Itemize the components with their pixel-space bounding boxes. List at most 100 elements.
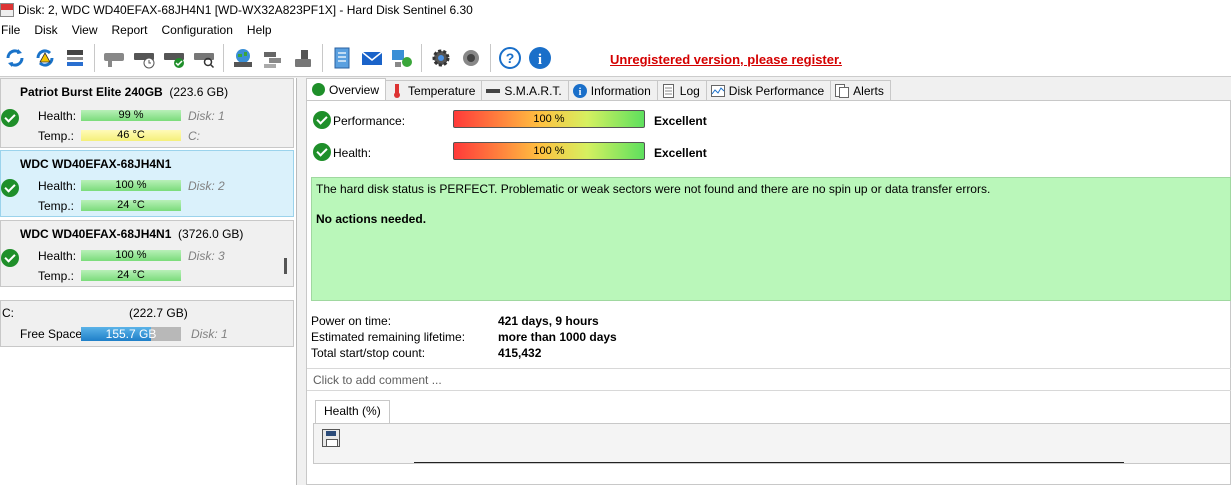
menu-view[interactable]: View <box>69 23 109 37</box>
tab-label: Overview <box>329 82 380 97</box>
performance-chart-icon <box>710 84 725 98</box>
disk-model: Patriot Burst Elite 240GB <box>20 85 163 99</box>
toolbar-separator <box>94 43 95 72</box>
tab-label: Log <box>679 83 700 98</box>
menu-file[interactable]: File <box>0 23 31 37</box>
network-disks-icon[interactable] <box>260 44 286 72</box>
volume-size: (222.7 GB) <box>129 306 188 320</box>
disk-schedule-icon[interactable] <box>131 44 157 72</box>
tab-overview[interactable]: Overview <box>306 78 387 100</box>
toolbar-separator <box>421 43 422 72</box>
tab-strip: Overview Temperature S.M.A.R.T. i Inform… <box>306 78 891 100</box>
globe-disk-icon[interactable] <box>230 44 256 72</box>
tab-label: Information <box>590 83 651 98</box>
performance-row <box>313 110 331 130</box>
tab-label: Temperature <box>408 83 476 98</box>
usb-drive-icon[interactable] <box>290 44 316 72</box>
disk-search-icon[interactable] <box>191 44 217 72</box>
health-row <box>313 142 331 162</box>
info-icon[interactable]: i <box>527 44 553 72</box>
toolbar-separator <box>322 43 323 72</box>
toolbar-separator <box>223 43 224 72</box>
temp-label: Temp.: <box>38 129 75 143</box>
free-space-label: Free Space <box>20 327 83 341</box>
disk-check-icon[interactable] <box>161 44 187 72</box>
disk-gray-icon[interactable] <box>101 44 127 72</box>
app-logo-icon <box>0 3 14 17</box>
tab-label: S.M.A.R.T. <box>504 83 562 98</box>
comment-field[interactable]: Click to add comment ... <box>307 368 1231 391</box>
menu-configuration[interactable]: Configuration <box>159 23 244 37</box>
free-space-bar: 155.7 GB <box>81 327 181 341</box>
tab-health-chart[interactable]: Health (%) <box>315 400 390 423</box>
power-on-value: 421 days, 9 hours <box>498 314 599 328</box>
email-icon[interactable] <box>359 44 385 72</box>
tab-label: Disk Performance <box>728 83 825 98</box>
tab-smart[interactable]: S.M.A.R.T. <box>481 80 569 100</box>
health-label: Health: <box>38 179 77 193</box>
tab-alerts[interactable]: Alerts <box>830 80 891 100</box>
temp-bar: 46 °C <box>81 130 181 141</box>
health-label: Health: <box>38 109 77 123</box>
disk-card-2[interactable]: WDC WD40EFAX-68JH4N1 Health: 100 % Disk:… <box>0 150 294 217</box>
volume-card[interactable]: C: (222.7 GB) Free Space 155.7 GB Disk: … <box>0 300 294 347</box>
health-bar: 100 % <box>81 250 181 261</box>
lifetime-label: Estimated remaining lifetime: <box>311 330 466 344</box>
temp-label: Temp.: <box>38 199 75 213</box>
health-rating: Excellent <box>654 146 707 160</box>
tab-information[interactable]: i Information <box>567 80 658 100</box>
title-bar: Disk: 2, WDC WD40EFAX-68JH4N1 [WD-WX32A8… <box>0 0 1231 20</box>
disk-list-pane: Patriot Burst Elite 240GB (223.6 GB) Hea… <box>0 78 297 485</box>
help-icon[interactable]: ? <box>497 44 523 72</box>
smart-disk-icon <box>486 84 501 98</box>
alerts-icon <box>835 83 850 98</box>
save-icon[interactable] <box>322 429 340 447</box>
tab-label: Alerts <box>853 83 884 98</box>
disk-ref: Disk: 3 <box>188 249 225 263</box>
performance-rating: Excellent <box>654 114 707 128</box>
health-ok-icon <box>1 179 19 197</box>
log-icon <box>662 83 676 98</box>
disk-name: WDC WD40EFAX-68JH4N1 <box>20 157 171 171</box>
svg-text:i: i <box>538 52 542 68</box>
unregistered-notice-link[interactable]: Unregistered version, please register. <box>610 52 842 67</box>
refresh-warning-icon[interactable] <box>32 44 58 72</box>
network-report-icon[interactable] <box>389 44 415 72</box>
svg-text:i: i <box>578 87 581 98</box>
health-ok-icon <box>1 109 19 127</box>
temp-label: Temp.: <box>38 269 75 283</box>
status-box: The hard disk status is PERFECT. Problem… <box>311 177 1231 301</box>
svg-text:?: ? <box>506 50 515 66</box>
power-on-label: Power on time: <box>311 314 392 328</box>
menu-report[interactable]: Report <box>108 23 158 37</box>
disk-name: WDC WD40EFAX-68JH4N1 (3726.0 GB) <box>20 227 243 241</box>
tab-log[interactable]: Log <box>656 80 707 100</box>
disk-ref: Disk: 1 <box>188 109 225 123</box>
startstop-label: Total start/stop count: <box>311 346 426 360</box>
health-bar: 100 % <box>81 180 181 191</box>
sound-icon[interactable] <box>458 44 484 72</box>
disk-model: WDC WD40EFAX-68JH4N1 <box>20 157 172 171</box>
overview-panel: Performance: 100 % Excellent Health: 100… <box>306 100 1231 485</box>
health-ok-icon <box>1 249 19 267</box>
health-label: Health: <box>333 146 372 160</box>
temp-bar: 24 °C <box>81 270 181 281</box>
health-bar: 100 % <box>453 142 645 160</box>
menu-help[interactable]: Help <box>244 23 283 37</box>
ok-check-icon <box>311 83 325 97</box>
settings-icon[interactable] <box>428 44 454 72</box>
status-text: The hard disk status is PERFECT. Problem… <box>316 182 991 196</box>
menu-disk[interactable]: Disk <box>31 23 68 37</box>
tab-temperature[interactable]: Temperature <box>385 80 483 100</box>
disk-ref: Disk: 2 <box>188 179 225 193</box>
health-chart-area <box>313 423 1231 464</box>
disk-list-scrollbar[interactable] <box>284 258 287 274</box>
notepad-icon[interactable] <box>329 44 355 72</box>
disk-card-3[interactable]: WDC WD40EFAX-68JH4N1 (3726.0 GB) Health:… <box>0 220 294 287</box>
tab-disk-performance[interactable]: Disk Performance <box>705 80 832 100</box>
disk-card-1[interactable]: Patriot Burst Elite 240GB (223.6 GB) Hea… <box>0 78 294 148</box>
refresh-icon[interactable] <box>2 44 28 72</box>
lifetime-value: more than 1000 days <box>498 330 617 344</box>
window-title: Disk: 2, WDC WD40EFAX-68JH4N1 [WD-WX32A8… <box>18 3 473 17</box>
disk-details-icon[interactable] <box>62 44 88 72</box>
